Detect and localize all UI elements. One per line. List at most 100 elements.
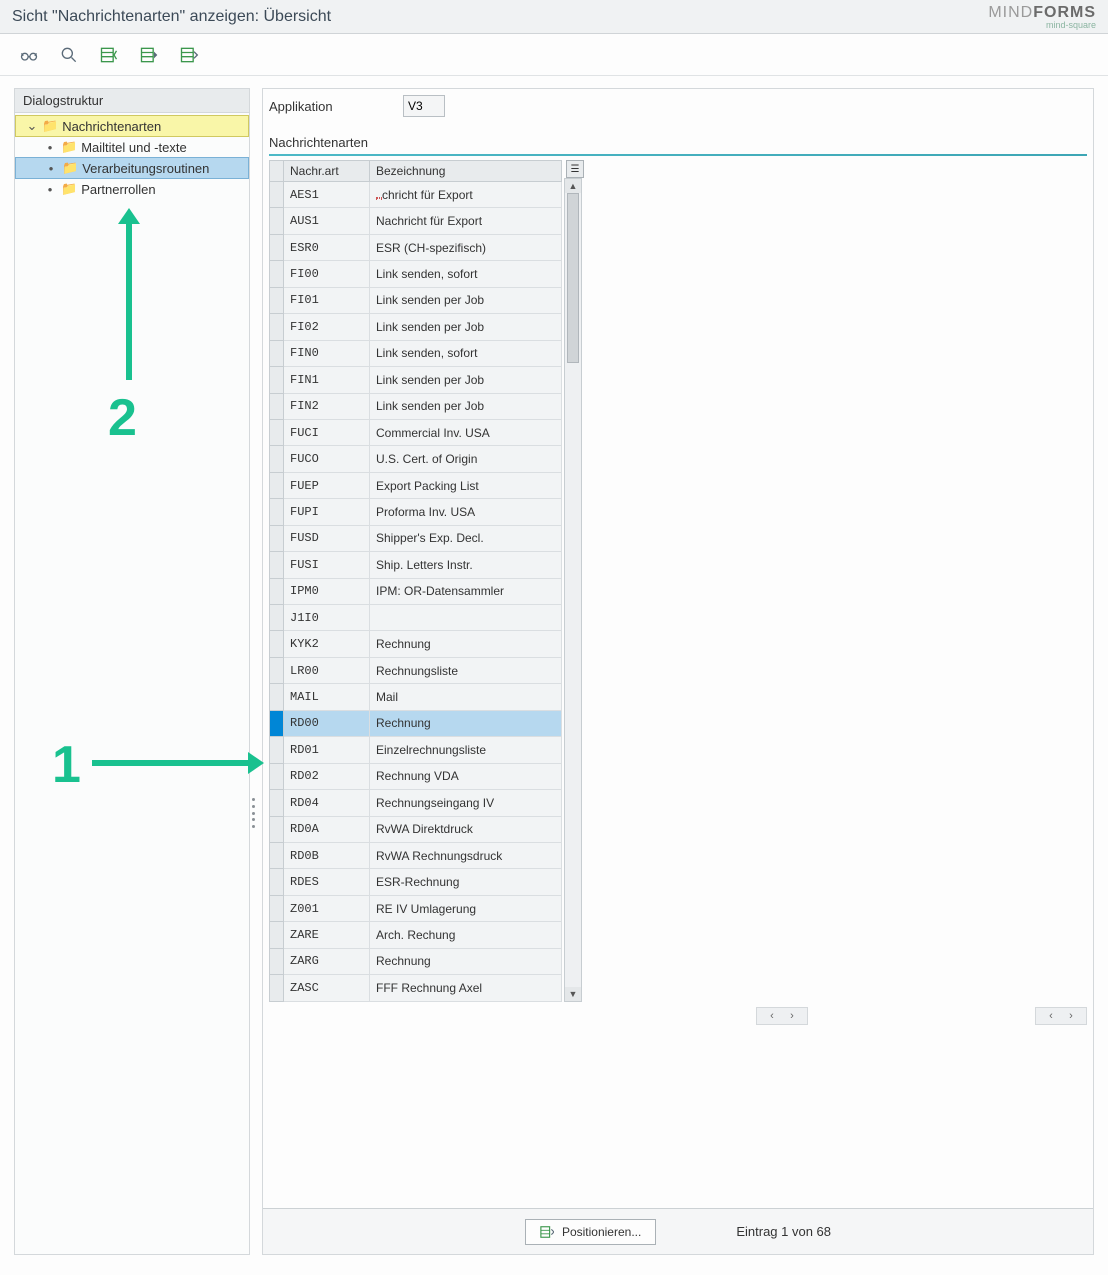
scroll-up-icon[interactable]: ▲ <box>565 179 581 193</box>
table-row[interactable]: KYK2Rechnung <box>270 631 562 657</box>
cell-desc[interactable]: Rechnung VDA <box>370 763 562 789</box>
row-selector[interactable] <box>270 314 284 340</box>
row-selector[interactable] <box>270 393 284 419</box>
table-row[interactable]: RD0BRvWA Rechnungsdruck <box>270 842 562 868</box>
table-row[interactable]: MAILMail <box>270 684 562 710</box>
cell-code[interactable]: FIN0 <box>284 340 370 366</box>
row-selector[interactable] <box>270 948 284 974</box>
cell-code[interactable]: ZARE <box>284 922 370 948</box>
row-selector[interactable] <box>270 790 284 816</box>
table-row[interactable]: FUPIProforma Inv. USA <box>270 499 562 525</box>
row-selector[interactable] <box>270 842 284 868</box>
search-icon[interactable] <box>58 44 80 66</box>
table-row[interactable]: ZARGRechnung <box>270 948 562 974</box>
cell-desc[interactable]: Rechnung <box>370 710 562 736</box>
cell-code[interactable]: FUSD <box>284 525 370 551</box>
cell-desc[interactable]: Link senden per Job <box>370 367 562 393</box>
cell-code[interactable]: ZARG <box>284 948 370 974</box>
cell-desc[interactable]: ESR-Rechnung <box>370 869 562 895</box>
row-selector[interactable] <box>270 922 284 948</box>
table-row[interactable]: FUCOU.S. Cert. of Origin <box>270 446 562 472</box>
scroll-left2-icon[interactable]: ‹ <box>1044 1010 1058 1022</box>
table-next-icon[interactable] <box>178 44 200 66</box>
table-row[interactable]: Z001RE IV Umlagerung <box>270 895 562 921</box>
table-row[interactable]: FUSIShip. Letters Instr. <box>270 552 562 578</box>
table-row[interactable]: FUEPExport Packing List <box>270 472 562 498</box>
table-config-icon[interactable]: ☰ <box>566 160 584 178</box>
table-row[interactable]: FI01Link senden per Job <box>270 287 562 313</box>
row-selector[interactable] <box>270 605 284 631</box>
vertical-scrollbar[interactable]: ▲ ▼ <box>564 178 582 1002</box>
table-row[interactable]: FIN1Link senden per Job <box>270 367 562 393</box>
table-row[interactable]: ZASCFFF Rechnung Axel <box>270 975 562 1002</box>
table-row[interactable]: FI00Link senden, sofort <box>270 261 562 287</box>
row-selector[interactable] <box>270 367 284 393</box>
row-selector[interactable] <box>270 895 284 921</box>
cell-desc[interactable]: chricht für Export <box>370 182 562 208</box>
cell-desc[interactable]: RvWA Direktdruck <box>370 816 562 842</box>
glasses-icon[interactable] <box>18 44 40 66</box>
cell-code[interactable]: MAIL <box>284 684 370 710</box>
cell-code[interactable]: RD0B <box>284 842 370 868</box>
row-selector[interactable] <box>270 340 284 366</box>
cell-desc[interactable]: Rechnung <box>370 631 562 657</box>
table-prev-icon[interactable] <box>138 44 160 66</box>
cell-code[interactable]: RD01 <box>284 737 370 763</box>
cell-code[interactable]: FUSI <box>284 552 370 578</box>
cell-code[interactable]: ZASC <box>284 975 370 1002</box>
row-selector[interactable] <box>270 869 284 895</box>
cell-code[interactable]: ESR0 <box>284 234 370 260</box>
cell-desc[interactable]: RvWA Rechnungsdruck <box>370 842 562 868</box>
cell-desc[interactable]: U.S. Cert. of Origin <box>370 446 562 472</box>
cell-desc[interactable]: Link senden, sofort <box>370 261 562 287</box>
row-selector[interactable] <box>270 710 284 736</box>
cell-code[interactable]: FIN2 <box>284 393 370 419</box>
cell-desc[interactable]: IPM: OR-Datensammler <box>370 578 562 604</box>
cell-code[interactable]: KYK2 <box>284 631 370 657</box>
cell-code[interactable]: RD00 <box>284 710 370 736</box>
table-row[interactable]: RD02Rechnung VDA <box>270 763 562 789</box>
cell-code[interactable]: RD02 <box>284 763 370 789</box>
tree-item-verarbeitungsroutinen[interactable]: •📁Verarbeitungsroutinen <box>15 157 249 179</box>
row-selector[interactable] <box>270 552 284 578</box>
row-selector[interactable] <box>270 975 284 1002</box>
tree-item-partnerrollen[interactable]: •📁Partnerrollen <box>15 179 249 199</box>
cell-code[interactable]: LR00 <box>284 657 370 683</box>
cell-desc[interactable]: RE IV Umlagerung <box>370 895 562 921</box>
row-selector[interactable] <box>270 578 284 604</box>
cell-desc[interactable]: Nachricht für Export <box>370 208 562 234</box>
table-row[interactable]: ESR0ESR (CH-spezifisch) <box>270 234 562 260</box>
cell-desc[interactable]: Proforma Inv. USA <box>370 499 562 525</box>
cell-desc[interactable]: ESR (CH-spezifisch) <box>370 234 562 260</box>
cell-desc[interactable]: Rechnung <box>370 948 562 974</box>
scroll-right2-icon[interactable]: › <box>1064 1010 1078 1022</box>
cell-code[interactable]: J1I0 <box>284 605 370 631</box>
row-selector[interactable] <box>270 208 284 234</box>
cell-desc[interactable]: Rechnungsliste <box>370 657 562 683</box>
cell-code[interactable]: AES1 <box>284 182 370 208</box>
cell-code[interactable]: FUEP <box>284 472 370 498</box>
cell-desc[interactable]: Mail <box>370 684 562 710</box>
row-selector[interactable] <box>270 472 284 498</box>
row-selector[interactable] <box>270 737 284 763</box>
cell-code[interactable]: FI00 <box>284 261 370 287</box>
table-row[interactable]: RDESESR-Rechnung <box>270 869 562 895</box>
cell-code[interactable]: IPM0 <box>284 578 370 604</box>
row-selector[interactable] <box>270 419 284 445</box>
row-selector[interactable] <box>270 684 284 710</box>
row-selector[interactable] <box>270 446 284 472</box>
table-row[interactable]: RD01Einzelrechnungsliste <box>270 737 562 763</box>
cell-desc[interactable]: Link senden per Job <box>370 314 562 340</box>
table-row[interactable]: FUCICommercial Inv. USA <box>270 419 562 445</box>
row-selector[interactable] <box>270 182 284 208</box>
cell-code[interactable]: FUCI <box>284 419 370 445</box>
row-selector[interactable] <box>270 763 284 789</box>
cell-desc[interactable]: Rechnungseingang IV <box>370 790 562 816</box>
tree-item-mailtitel-und-texte[interactable]: •📁Mailtitel und -texte <box>15 137 249 157</box>
table-row[interactable]: IPM0IPM: OR-Datensammler <box>270 578 562 604</box>
splitter-handle[interactable] <box>248 798 258 828</box>
cell-code[interactable]: RD0A <box>284 816 370 842</box>
cell-desc[interactable]: Commercial Inv. USA <box>370 419 562 445</box>
cell-desc[interactable]: Export Packing List <box>370 472 562 498</box>
cell-desc[interactable]: Einzelrechnungsliste <box>370 737 562 763</box>
